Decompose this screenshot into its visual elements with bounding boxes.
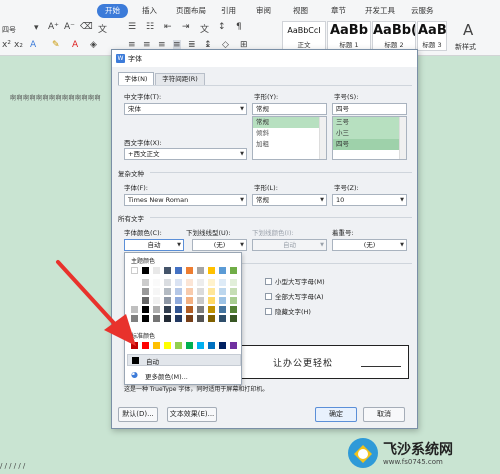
- watermark-text: 飞沙系统网: [383, 442, 453, 458]
- watermark-logo-icon: [348, 438, 378, 468]
- watermark-url: www.fs0745.com: [383, 458, 443, 466]
- annotation-arrow-icon: [56, 260, 136, 346]
